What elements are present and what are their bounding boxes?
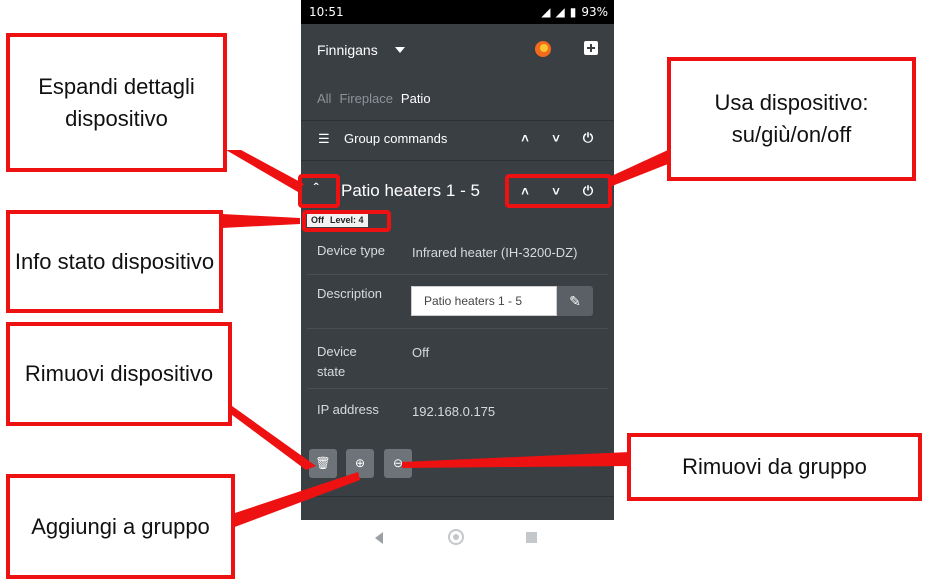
- callout-add-group: Aggiungi a gruppo: [6, 474, 235, 579]
- callout-remove-device: Rimuovi dispositivo: [6, 322, 232, 426]
- connector-expand: [226, 150, 304, 192]
- connector-add-group: [232, 472, 360, 528]
- callout-remove-group: Rimuovi da gruppo: [627, 433, 922, 501]
- connector-remove-device: [220, 406, 316, 470]
- connector-use: [607, 150, 668, 186]
- connector-remove-group: [402, 452, 630, 468]
- callout-expand-details: Espandi dettagli dispositivo: [6, 33, 227, 172]
- connector-info: [222, 214, 300, 228]
- callout-status-info: Info stato dispositivo: [6, 210, 223, 313]
- callout-use-device: Usa dispositivo: su/giù/on/off: [667, 57, 916, 181]
